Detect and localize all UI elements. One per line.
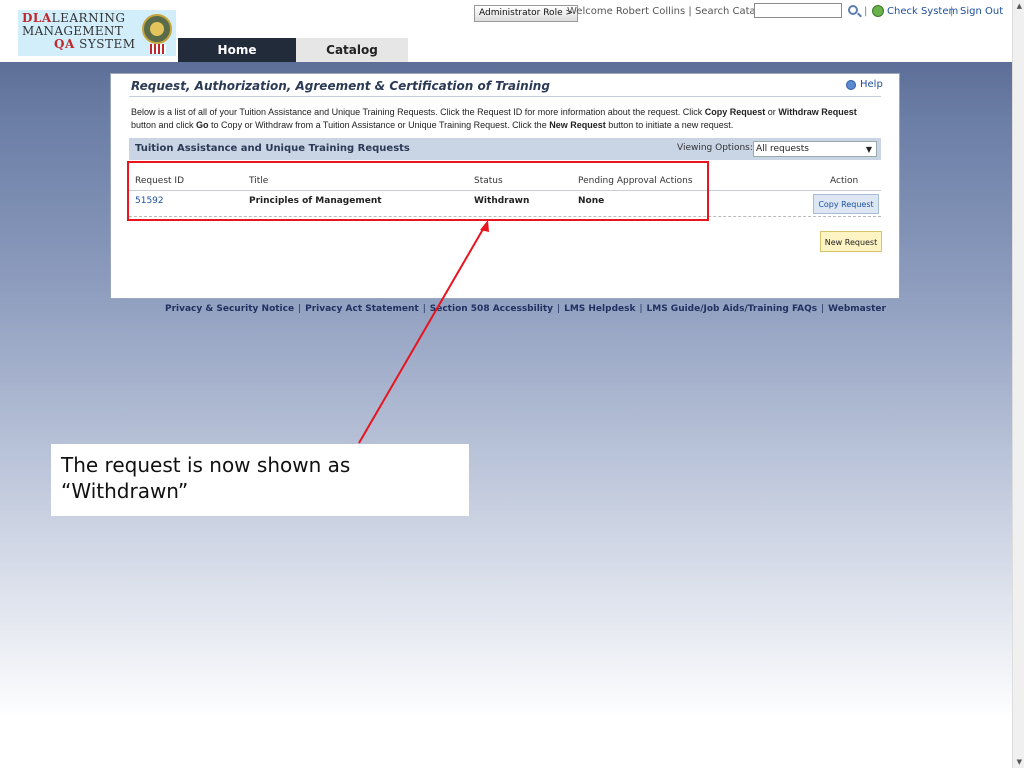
- title-divider: [129, 96, 881, 97]
- highlight-box: [127, 161, 709, 221]
- tab-catalog[interactable]: Catalog: [296, 38, 408, 62]
- top-header: DLALEARNING MANAGEMENT QA SYSTEM Home Ca…: [0, 0, 1012, 62]
- search-catalog-input[interactable]: [754, 3, 842, 18]
- viewing-options-select[interactable]: All requests ▼: [753, 141, 877, 157]
- vertical-scrollbar[interactable]: ▲ ▼: [1012, 0, 1024, 768]
- scroll-down-icon[interactable]: ▼: [1017, 758, 1022, 766]
- footer-link-privacy-act[interactable]: Privacy Act Statement: [305, 304, 419, 314]
- welcome-text: Welcome Robert Collins | Search Catalog: [567, 6, 771, 17]
- sign-out-link[interactable]: Sign Out: [960, 6, 1003, 17]
- footer-link-lms-guide[interactable]: LMS Guide/Job Aids/Training FAQs: [647, 304, 818, 314]
- logo-qa: QA: [54, 37, 75, 51]
- check-system-link[interactable]: Check System: [887, 6, 958, 17]
- footer-link-lms-helpdesk[interactable]: LMS Helpdesk: [564, 304, 635, 314]
- flag-icon: [150, 44, 166, 54]
- help-link[interactable]: Help: [860, 79, 883, 90]
- copy-request-button[interactable]: Copy Request: [813, 194, 879, 214]
- check-system-icon[interactable]: [872, 5, 884, 17]
- section-title: Tuition Assistance and Unique Training R…: [135, 143, 410, 154]
- logo-system: SYSTEM: [79, 37, 136, 51]
- intro-text: Below is a list of all of your Tuition A…: [131, 107, 857, 130]
- dla-logo[interactable]: DLALEARNING MANAGEMENT QA SYSTEM: [18, 10, 176, 56]
- chevron-down-icon: ▼: [865, 145, 872, 154]
- dla-seal-icon: [142, 14, 172, 44]
- logo-learning: LEARNING: [51, 11, 126, 25]
- logo-dla: DLA: [22, 11, 52, 25]
- footer-link-privacy-security[interactable]: Privacy & Security Notice: [165, 304, 294, 314]
- footer-link-webmaster[interactable]: Webmaster: [828, 304, 886, 314]
- help-icon[interactable]: [846, 80, 856, 90]
- header-separator: |: [950, 6, 954, 17]
- new-request-button[interactable]: New Request: [820, 231, 882, 252]
- footer-links: Privacy & Security Notice | Privacy Act St…: [165, 304, 886, 314]
- section-header-bar: Tuition Assistance and Unique Training R…: [129, 138, 881, 160]
- column-header-action: Action: [830, 176, 859, 186]
- search-icon[interactable]: [848, 5, 858, 15]
- administrator-role-button[interactable]: Administrator Role >: [474, 5, 579, 22]
- scroll-up-icon[interactable]: ▲: [1017, 2, 1022, 10]
- tab-home[interactable]: Home: [178, 38, 296, 62]
- page-title: Request, Authorization, Agreement & Cert…: [131, 79, 550, 93]
- callout-box: The request is now shown as “Withdrawn”: [51, 444, 469, 516]
- header-separator: |: [864, 6, 868, 17]
- footer-link-section-508[interactable]: Section 508 Accessbility: [430, 304, 553, 314]
- viewing-options-label: Viewing Options:: [677, 143, 753, 153]
